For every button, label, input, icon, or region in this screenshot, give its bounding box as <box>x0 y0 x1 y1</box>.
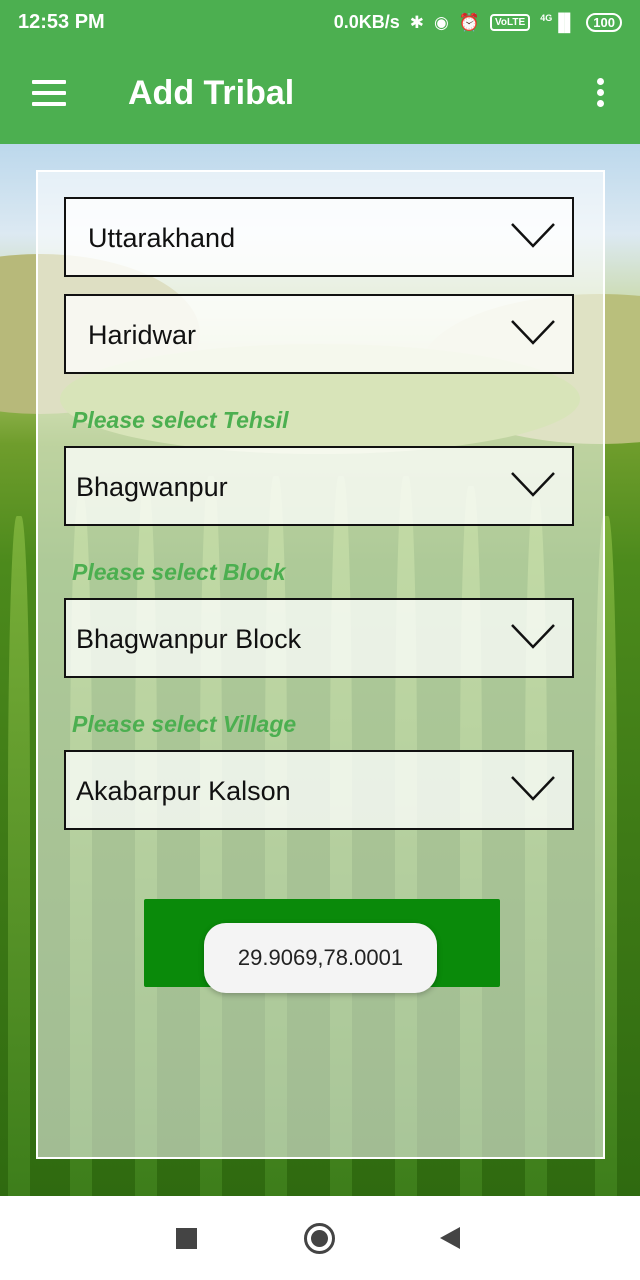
village-label: Please select Village <box>72 711 297 737</box>
app-bar: Add Tribal <box>0 44 640 144</box>
district-value: Haridwar <box>88 320 197 350</box>
toggle-icon: ◉ <box>433 12 449 32</box>
back-triangle-icon[interactable] <box>440 1227 460 1249</box>
alarm-icon: ⏰ <box>458 12 480 32</box>
nav-bar <box>0 1196 640 1280</box>
chevron-down-icon <box>511 320 555 345</box>
network-type: 4G <box>540 12 553 23</box>
village-spinner[interactable]: Akabarpur Kalson <box>64 750 574 830</box>
status-time: 12:53 PM <box>18 10 105 33</box>
status-icons: 0.0KB/s ✱ ◉ ⏰ VoLTE 4G▐▌ 100 <box>334 12 622 33</box>
bluetooth-icon: ✱ <box>409 12 424 32</box>
district-spinner[interactable]: Haridwar <box>64 294 574 374</box>
volte-icon: VoLTE <box>490 13 531 31</box>
hamburger-menu-icon[interactable] <box>32 80 66 106</box>
form-panel: Uttarakhand Haridwar Please select Tehsi… <box>36 170 605 1159</box>
tehsil-label: Please select Tehsil <box>72 407 289 433</box>
chevron-down-icon <box>511 776 555 801</box>
block-label: Please select Block <box>72 559 286 585</box>
tehsil-value: Bhagwanpur <box>76 472 228 502</box>
home-circle-icon[interactable] <box>304 1223 335 1254</box>
crop-row <box>8 516 30 1196</box>
block-spinner[interactable]: Bhagwanpur Block <box>64 598 574 678</box>
chevron-down-icon <box>511 223 555 248</box>
battery-icon: 100 <box>586 12 622 32</box>
tehsil-spinner[interactable]: Bhagwanpur <box>64 446 574 526</box>
chevron-down-icon <box>511 624 555 649</box>
page-title: Add Tribal <box>128 74 295 112</box>
chevron-down-icon <box>511 472 555 497</box>
signal-icon: 4G▐▌ <box>540 12 577 32</box>
block-value: Bhagwanpur Block <box>76 624 302 654</box>
state-spinner[interactable]: Uttarakhand <box>64 197 574 277</box>
more-vert-icon[interactable] <box>594 78 606 110</box>
state-value: Uttarakhand <box>88 223 236 253</box>
village-value: Akabarpur Kalson <box>76 776 291 806</box>
net-speed: 0.0KB/s <box>333 11 400 32</box>
location-toast: 29.9069,78.0001 <box>204 923 437 993</box>
status-bar: 12:53 PM 0.0KB/s ✱ ◉ ⏰ VoLTE 4G▐▌ 100 <box>0 0 640 44</box>
recents-square-icon[interactable] <box>176 1228 197 1249</box>
